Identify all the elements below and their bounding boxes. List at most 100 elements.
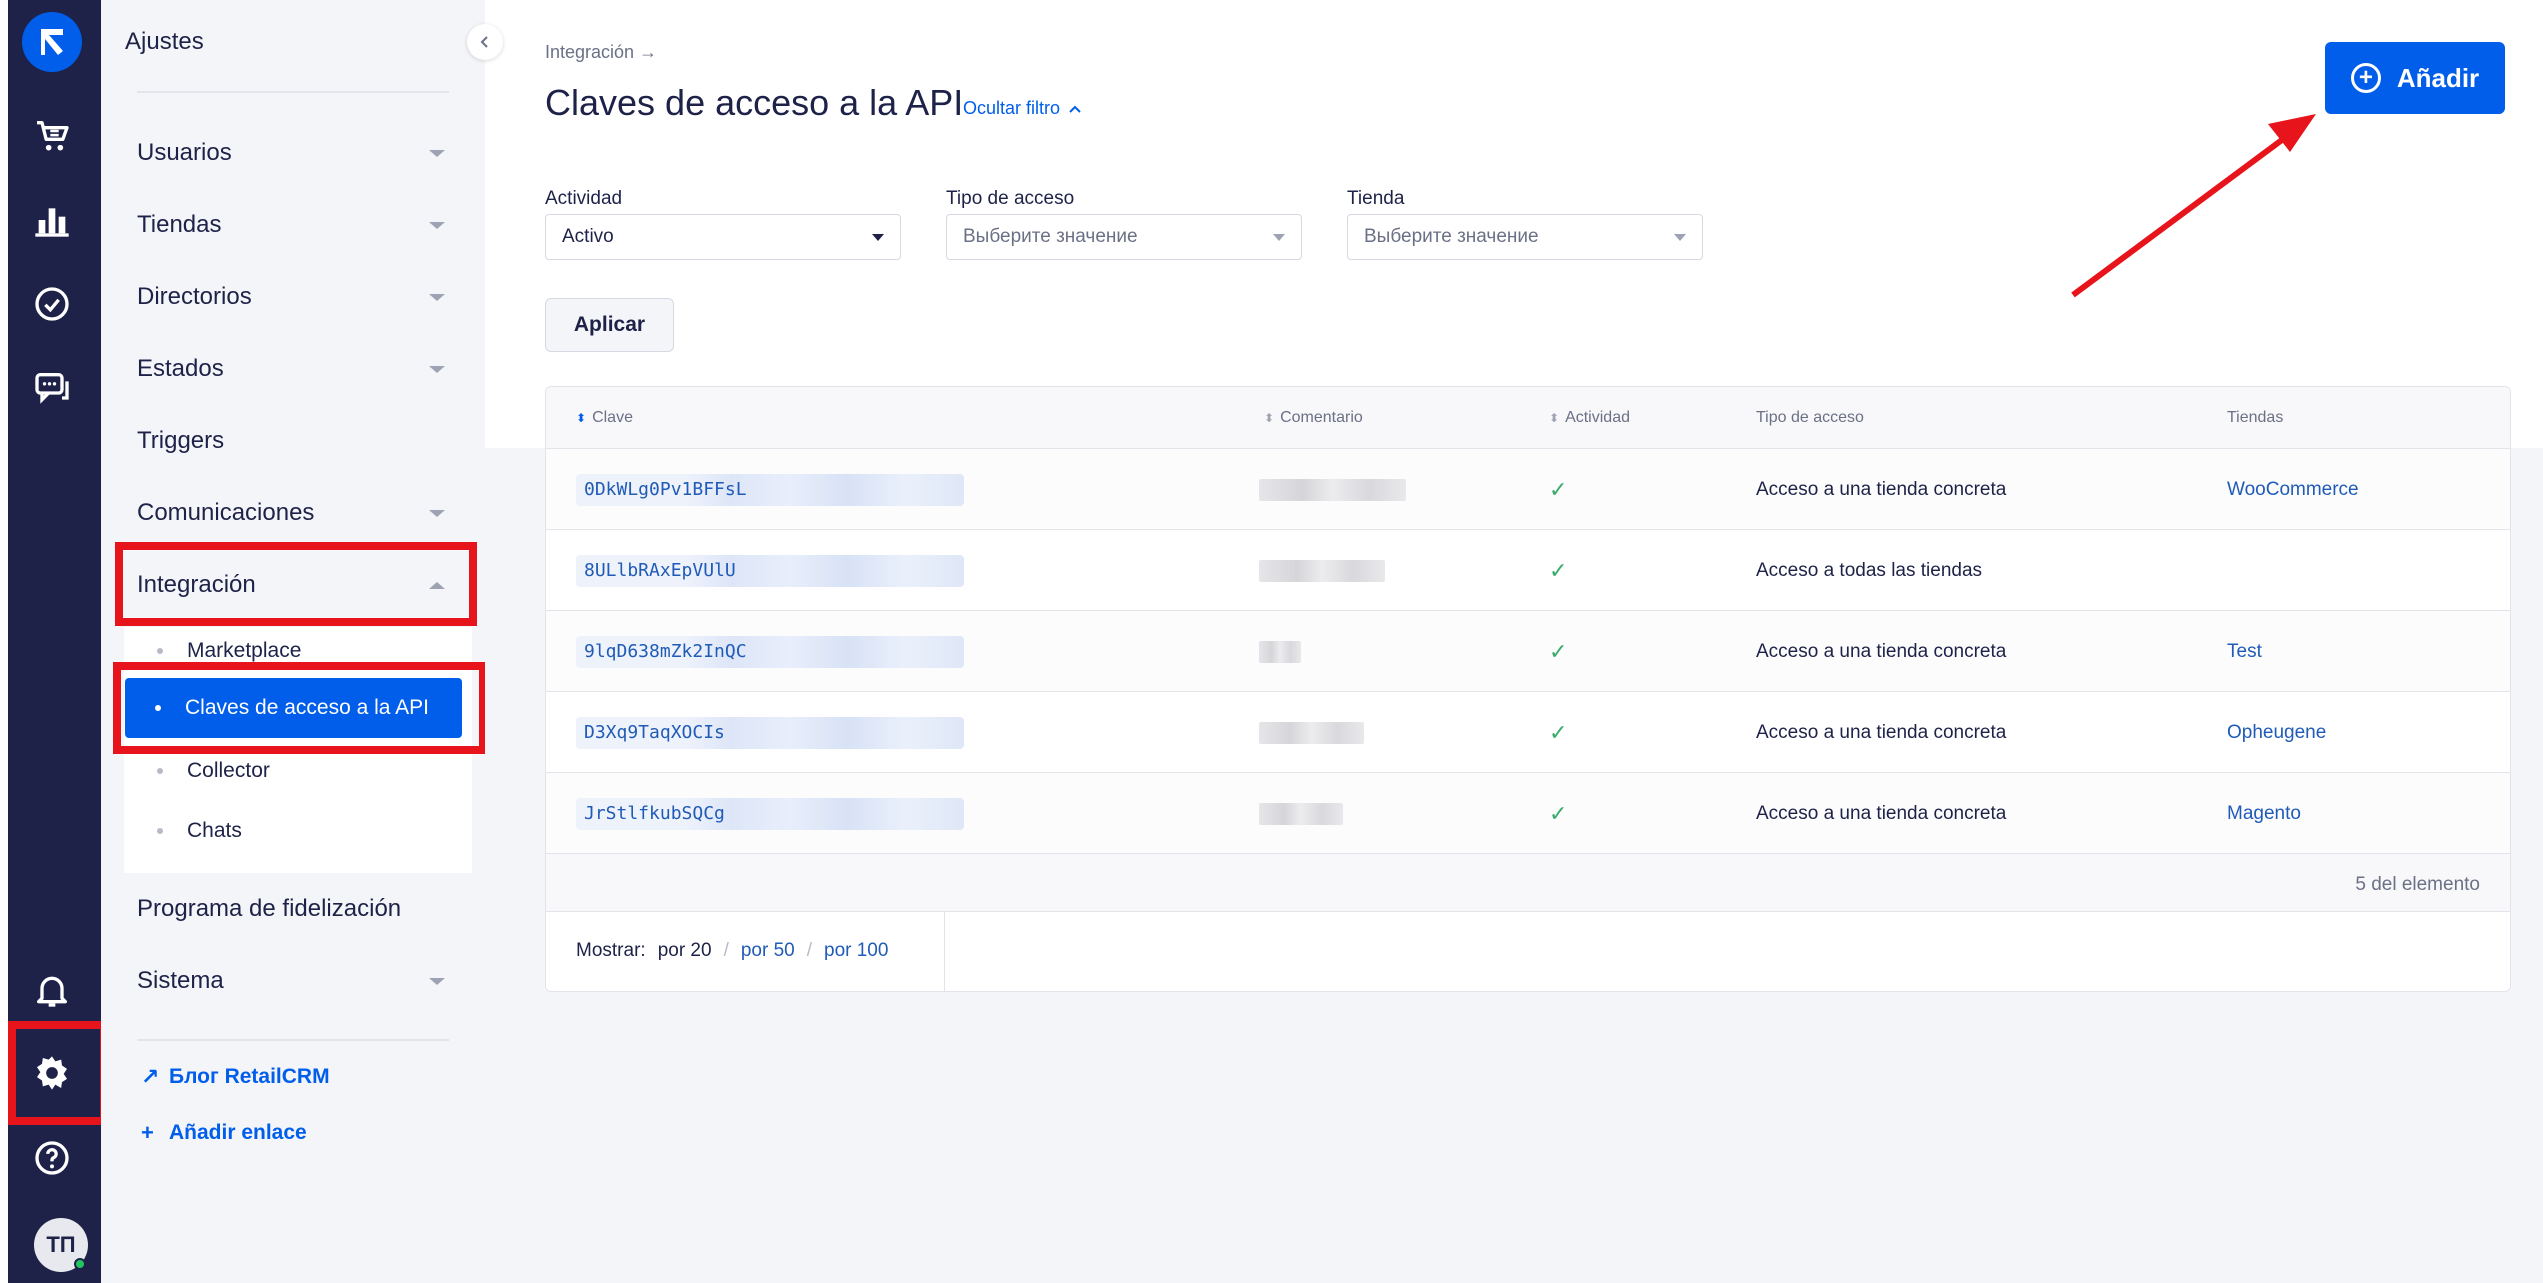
dropdown-arrow-icon xyxy=(1273,233,1285,241)
filter-actividad-select[interactable]: Activo xyxy=(545,214,901,260)
chart-icon[interactable] xyxy=(30,198,74,242)
filter-label-tienda: Tienda xyxy=(1347,188,1405,209)
table-row[interactable]: 8ULlbRAxEpVUlU ✓ Acceso a todas las tien… xyxy=(546,530,2510,611)
sidebar-item-directorios[interactable]: Directorios xyxy=(137,277,457,317)
sidebar-item-fidelizacion[interactable]: Programa de fidelización xyxy=(137,889,457,929)
chat-icon[interactable] xyxy=(30,366,74,410)
api-key[interactable]: JrStlfkubSQCg xyxy=(576,797,964,830)
column-header-tipo: Tipo de acceso xyxy=(1756,409,1864,426)
table-header: ⬍ Clave ⬍ Comentario ⬍ Actividad Tipo de ac… xyxy=(546,387,2510,449)
sidebar-item-tiendas[interactable]: Tiendas xyxy=(137,205,457,245)
column-header-comentario[interactable]: ⬍ Comentario xyxy=(1264,409,1363,427)
redacted-comment xyxy=(1259,559,1385,582)
sidebar-item-label: Usuarios xyxy=(137,139,232,166)
column-header-tiendas: Tiendas xyxy=(2227,409,2284,426)
retailcrm-logo-icon[interactable] xyxy=(22,12,82,72)
avatar[interactable]: ТП xyxy=(34,1218,88,1272)
access-type: Acceso a una tienda concreta xyxy=(1756,721,2007,743)
access-type: Acceso a una tienda concreta xyxy=(1756,640,2007,662)
sidebar-item-usuarios[interactable]: Usuarios xyxy=(137,133,457,173)
submenu-item-collector[interactable]: Collector xyxy=(157,751,270,791)
sidebar-item-comunicaciones[interactable]: Comunicaciones xyxy=(137,493,457,533)
check-icon: ✓ xyxy=(1549,800,1568,826)
sort-icon: ⬍ xyxy=(1549,411,1560,425)
hide-filter-toggle[interactable]: Ocultar filtro xyxy=(963,98,1082,119)
page-size-50[interactable]: por 50 xyxy=(741,940,795,962)
table-row[interactable]: 9lqD638mZk2InQC ✓ Acceso a una tienda co… xyxy=(546,611,2510,692)
store-link[interactable]: Magento xyxy=(2227,773,2301,854)
page-title: Claves de acceso a la API xyxy=(545,82,964,123)
access-type: Acceso a una tienda concreta xyxy=(1756,802,2007,824)
bell-icon[interactable] xyxy=(30,968,74,1012)
settings-sidebar: Ajustes Usuarios Tiendas Directorios Est… xyxy=(101,0,503,1283)
chevron-left-icon xyxy=(480,36,488,48)
submenu-item-chats[interactable]: Chats xyxy=(157,811,242,851)
avatar-initials: ТП xyxy=(46,1232,76,1257)
table-body: 0DkWLg0Pv1BFFsL ✓ Acceso a una tienda co… xyxy=(546,449,2510,854)
redacted-comment xyxy=(1259,478,1406,501)
check-circle-icon[interactable] xyxy=(30,282,74,326)
filter-tienda-select[interactable]: Выберите значение xyxy=(1347,214,1703,260)
gear-icon[interactable] xyxy=(30,1051,74,1095)
submenu-item-api-keys[interactable]: Claves de acceso a la API xyxy=(125,678,462,738)
item-count: 5 del elemento xyxy=(2355,874,2480,895)
store-link[interactable]: Opheugene xyxy=(2227,692,2326,773)
check-icon: ✓ xyxy=(1549,719,1568,745)
column-header-clave[interactable]: ⬍ Clave xyxy=(576,409,633,427)
check-icon: ✓ xyxy=(1549,557,1568,583)
plus-circle-icon: + xyxy=(2350,63,2381,93)
sidebar-item-sistema[interactable]: Sistema xyxy=(137,961,457,1001)
filter-label-actividad: Actividad xyxy=(545,188,623,209)
sidebar-item-label: Tiendas xyxy=(137,211,222,238)
page-size-100[interactable]: por 100 xyxy=(824,940,888,962)
online-status-dot xyxy=(74,1258,86,1270)
blog-link[interactable]: ↗ Блог RetailCRM xyxy=(141,1064,330,1090)
sidebar-item-label: Estados xyxy=(137,355,224,382)
plus-icon: + xyxy=(141,1120,154,1145)
breadcrumb[interactable]: Integración → xyxy=(545,42,657,63)
table-row[interactable]: JrStlfkubSQCg ✓ Acceso a una tienda conc… xyxy=(546,773,2510,854)
add-link-button[interactable]: + Añadir enlace xyxy=(141,1120,307,1146)
api-key[interactable]: 0DkWLg0Pv1BFFsL xyxy=(576,473,964,506)
apply-button[interactable]: Aplicar xyxy=(545,298,674,352)
table-row[interactable]: D3Xq9TaqXOCIs ✓ Acceso a una tienda conc… xyxy=(546,692,2510,773)
chevron-down-icon xyxy=(429,365,445,373)
table-row[interactable]: 0DkWLg0Pv1BFFsL ✓ Acceso a una tienda co… xyxy=(546,449,2510,530)
table-count-bar: 5 del elemento xyxy=(546,854,2510,912)
chevron-down-icon xyxy=(429,509,445,517)
chevron-down-icon xyxy=(429,149,445,157)
sort-icon: ⬍ xyxy=(576,411,587,425)
api-keys-table: ⬍ Clave ⬍ Comentario ⬍ Actividad Tipo de ac… xyxy=(545,386,2511,992)
column-header-actividad[interactable]: ⬍ Actividad xyxy=(1549,409,1630,427)
filter-tipo-select[interactable]: Выберите значение xyxy=(946,214,1302,260)
page-size-current: por 20 xyxy=(657,940,712,961)
chevron-down-icon xyxy=(429,293,445,301)
chevron-down-icon xyxy=(429,977,445,985)
redacted-comment xyxy=(1259,802,1343,825)
store-link[interactable]: Test xyxy=(2227,611,2262,692)
filter-label-tipo: Tipo de acceso xyxy=(946,188,1075,209)
api-key[interactable]: 8ULlbRAxEpVUlU xyxy=(576,554,964,587)
sidebar-item-label: Triggers xyxy=(137,427,225,454)
external-link-icon: ↗ xyxy=(141,1064,160,1089)
help-icon[interactable] xyxy=(30,1136,74,1180)
sidebar-item-label: Sistema xyxy=(137,967,224,994)
sidebar-title: Ajustes xyxy=(125,28,204,55)
api-key[interactable]: 9lqD638mZk2InQC xyxy=(576,635,964,668)
sidebar-item-triggers[interactable]: Triggers xyxy=(137,421,457,461)
sidebar-item-label: Directorios xyxy=(137,283,252,310)
sidebar-item-label: Programa de fidelización xyxy=(137,895,402,922)
check-icon: ✓ xyxy=(1549,638,1568,664)
chevron-down-icon xyxy=(429,221,445,229)
store-link[interactable]: WooCommerce xyxy=(2227,449,2359,530)
api-key[interactable]: D3Xq9TaqXOCIs xyxy=(576,716,964,749)
collapse-sidebar-button[interactable] xyxy=(467,24,503,60)
cart-icon[interactable] xyxy=(30,114,74,158)
check-icon: ✓ xyxy=(1549,476,1568,502)
add-button[interactable]: + Añadir xyxy=(2325,42,2505,114)
chevron-up-icon xyxy=(429,581,445,589)
sidebar-item-integracion[interactable]: Integración xyxy=(137,565,457,605)
sort-icon: ⬍ xyxy=(1264,411,1275,425)
sidebar-item-estados[interactable]: Estados xyxy=(137,349,457,389)
sidebar-item-label: Comunicaciones xyxy=(137,499,315,526)
